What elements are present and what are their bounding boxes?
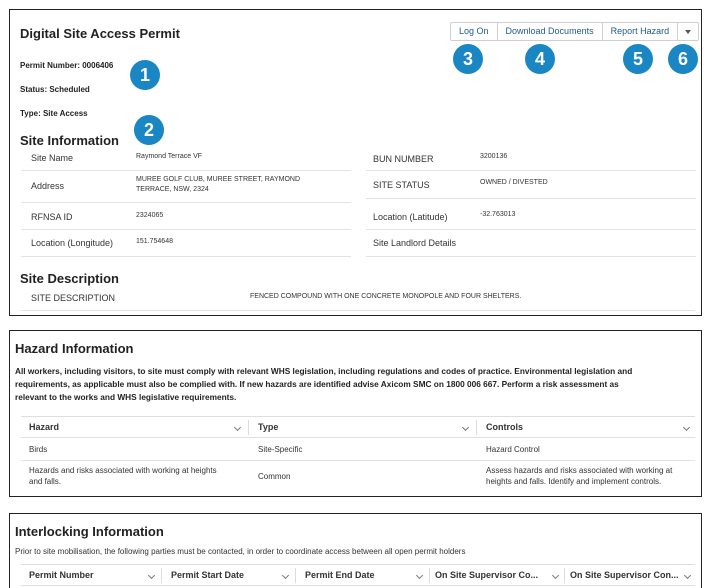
rfnsa-id-value: 2324065 — [136, 212, 164, 219]
column-header-hazard[interactable]: Hazard — [29, 417, 59, 438]
site-description-heading: Site Description — [20, 271, 119, 286]
column-header-permit-start-date[interactable]: Permit Start Date — [171, 565, 244, 586]
annotation-badge-5: 5 — [623, 44, 653, 74]
action-button-group: Log On Download Documents Report Hazard — [450, 22, 700, 41]
latitude-value: -32.763013 — [480, 211, 516, 218]
site-description-label: SITE DESCRIPTION — [31, 293, 116, 303]
hazard-cell: Birds — [29, 445, 48, 454]
column-separator — [161, 568, 162, 583]
column-header-supervisor-contact-1[interactable]: On Site Supervisor Co... — [435, 565, 538, 586]
site-description-value: FENCED COMPOUND WITH ONE CONCRETE MONOPO… — [250, 293, 522, 300]
table-row-divider — [21, 460, 695, 461]
divider — [21, 202, 351, 203]
divider — [21, 310, 695, 311]
column-separator — [429, 568, 430, 583]
column-header-supervisor-contact-2[interactable]: On Site Supervisor Con... — [570, 565, 679, 586]
type-cell: Common — [258, 472, 291, 481]
column-header-permit-number[interactable]: Permit Number — [29, 565, 94, 586]
interlocking-table-header: Permit Number Permit Start Date Permit E… — [21, 564, 695, 586]
interlocking-intro: Prior to site mobilisation, the followin… — [15, 547, 466, 556]
divider — [366, 198, 696, 199]
chevron-down-icon[interactable] — [415, 571, 424, 580]
column-separator — [295, 568, 296, 583]
site-status-value: OWNED / DIVESTED — [480, 179, 548, 186]
chevron-down-icon[interactable] — [683, 571, 692, 580]
latitude-label: Location (Latitude) — [373, 212, 448, 222]
hazard-table-header: Hazard Type Controls — [21, 416, 695, 438]
chevron-down-icon[interactable] — [461, 423, 470, 432]
controls-cell: heights and falls. Identify and implemen… — [486, 477, 662, 486]
annotation-badge-4: 4 — [525, 44, 555, 74]
interlocking-information-heading: Interlocking Information — [15, 524, 164, 539]
hazard-paragraph-line2: requirements, as applicable must also be… — [15, 379, 619, 389]
hazard-paragraph-line1: All workers, including visitors, to site… — [15, 366, 633, 376]
column-separator — [564, 568, 565, 583]
report-hazard-button[interactable]: Report Hazard — [603, 23, 679, 40]
bun-number-value: 3200136 — [480, 153, 508, 160]
divider — [21, 229, 351, 230]
controls-cell: Hazard Control — [486, 445, 540, 454]
site-status-label: SITE STATUS — [373, 180, 430, 190]
annotation-badge-1: 1 — [130, 60, 160, 90]
permit-type: Type: Site Access — [20, 109, 88, 118]
divider — [21, 170, 351, 171]
chevron-down-icon[interactable] — [233, 423, 242, 432]
column-header-controls[interactable]: Controls — [486, 417, 523, 438]
annotation-badge-6: 6 — [668, 44, 698, 74]
download-documents-button[interactable]: Download Documents — [498, 23, 603, 40]
address-label: Address — [31, 181, 65, 191]
permit-panel: Digital Site Access Permit Log On Downlo… — [9, 9, 702, 316]
type-cell: Site-Specific — [258, 445, 303, 454]
divider — [366, 229, 696, 230]
controls-cell: Assess hazards and risks associated with… — [486, 466, 673, 475]
more-actions-button[interactable] — [678, 23, 698, 40]
hazard-panel: Hazard Information All workers, includin… — [9, 330, 702, 497]
column-header-permit-end-date[interactable]: Permit End Date — [305, 565, 375, 586]
address-value-line1: MUREE GOLF CLUB, MUREE STREET, RAYMOND — [136, 176, 301, 183]
site-name-label: Site Name — [31, 153, 74, 163]
column-separator — [476, 420, 477, 435]
chevron-down-icon — [685, 29, 692, 34]
site-name-value: Raymond Terrace VF — [136, 153, 203, 160]
column-separator — [248, 420, 249, 435]
chevron-down-icon[interactable] — [551, 571, 560, 580]
chevron-down-icon[interactable] — [147, 571, 156, 580]
longitude-value: 151.754648 — [136, 238, 173, 245]
rfnsa-id-label: RFNSA ID — [31, 212, 73, 222]
divider — [366, 170, 696, 171]
bun-number-label: BUN NUMBER — [373, 154, 434, 164]
site-information-heading: Site Information — [20, 133, 119, 148]
annotation-badge-2: 2 — [134, 115, 164, 145]
permit-number: Permit Number: 0006406 — [20, 61, 114, 70]
page-title: Digital Site Access Permit — [20, 26, 180, 41]
landlord-label: Site Landlord Details — [373, 238, 457, 248]
column-header-type[interactable]: Type — [258, 417, 278, 438]
annotation-badge-3: 3 — [453, 44, 483, 74]
interlocking-panel: Interlocking Information Prior to site m… — [9, 513, 702, 588]
divider — [366, 256, 696, 257]
hazard-paragraph-line3: relevant to the works and WHS legislativ… — [15, 392, 237, 402]
log-on-button[interactable]: Log On — [451, 23, 498, 40]
hazard-cell: and falls. — [29, 477, 62, 486]
divider — [21, 256, 351, 257]
chevron-down-icon[interactable] — [281, 571, 290, 580]
chevron-down-icon[interactable] — [682, 423, 691, 432]
address-value-line2: TERRACE, NSW, 2324 — [136, 186, 209, 193]
permit-status: Status: Scheduled — [20, 85, 90, 94]
longitude-label: Location (Longitude) — [31, 238, 114, 248]
hazard-cell: Hazards and risks associated with workin… — [29, 466, 217, 475]
hazard-information-heading: Hazard Information — [15, 341, 134, 356]
